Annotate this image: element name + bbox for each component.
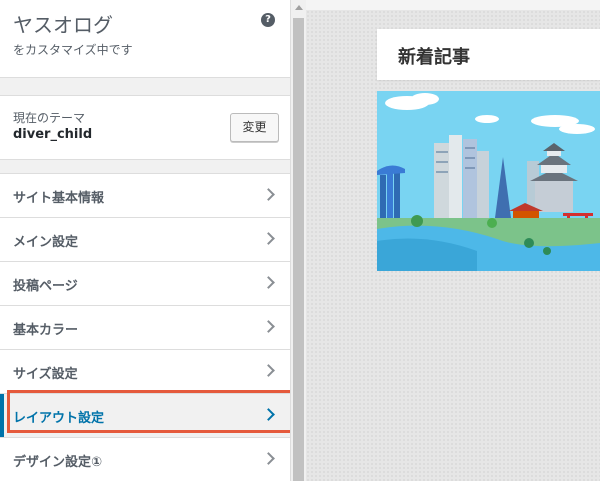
chevron-right-icon <box>262 188 275 201</box>
menu-item-label: 基本カラー <box>13 323 79 338</box>
menu-item-label: デザイン設定① <box>13 455 103 470</box>
active-theme-panel: 現在のテーマ diver_child 変更 <box>0 95 290 160</box>
customizer-sidebar: ヤスオログ をカスタマイズ中です ? 現在のテーマ diver_child 変更… <box>0 0 295 481</box>
customizer-menu: サイト基本情報 メイン設定 投稿ページ 基本カラー サイズ設定 レイアウト設定 … <box>0 173 290 481</box>
menu-item-design-settings-1[interactable]: デザイン設定① <box>0 437 290 481</box>
menu-item-site-info[interactable]: サイト基本情報 <box>0 173 290 217</box>
chevron-right-icon <box>262 232 275 245</box>
menu-item-base-color[interactable]: 基本カラー <box>0 305 290 349</box>
menu-item-size-settings[interactable]: サイズ設定 <box>0 349 290 393</box>
scroll-up-icon[interactable] <box>295 5 303 10</box>
menu-item-label: サイズ設定 <box>13 367 78 382</box>
news-section-title: 新着記事 <box>398 47 470 68</box>
customizer-header: ヤスオログ をカスタマイズ中です ? <box>0 0 290 78</box>
menu-item-label: サイト基本情報 <box>13 191 105 206</box>
menu-item-post-page[interactable]: 投稿ページ <box>0 261 290 305</box>
scrollbar-thumb[interactable] <box>293 18 304 481</box>
sidebar-scrollbar[interactable] <box>290 0 306 481</box>
change-theme-button[interactable]: 変更 <box>230 113 279 142</box>
cityscape-illustration[interactable] <box>377 91 600 271</box>
news-section-card: 新着記事 <box>377 29 600 80</box>
menu-item-label: 投稿ページ <box>13 279 78 294</box>
cityscape-image <box>377 91 600 271</box>
theme-name: diver_child <box>13 127 93 142</box>
menu-item-label: メイン設定 <box>13 235 79 250</box>
chevron-right-icon <box>262 364 275 377</box>
chevron-right-icon <box>262 320 275 333</box>
help-icon[interactable]: ? <box>261 13 275 27</box>
highlight-box <box>7 390 295 433</box>
chevron-right-icon <box>262 452 275 465</box>
chevron-right-icon <box>262 276 275 289</box>
menu-item-main-settings[interactable]: メイン設定 <box>0 217 290 261</box>
theme-label: 現在のテーマ <box>13 111 86 125</box>
site-title: ヤスオログ <box>13 13 113 37</box>
customizing-subtitle: をカスタマイズ中です <box>13 43 133 57</box>
active-indicator <box>0 394 4 437</box>
